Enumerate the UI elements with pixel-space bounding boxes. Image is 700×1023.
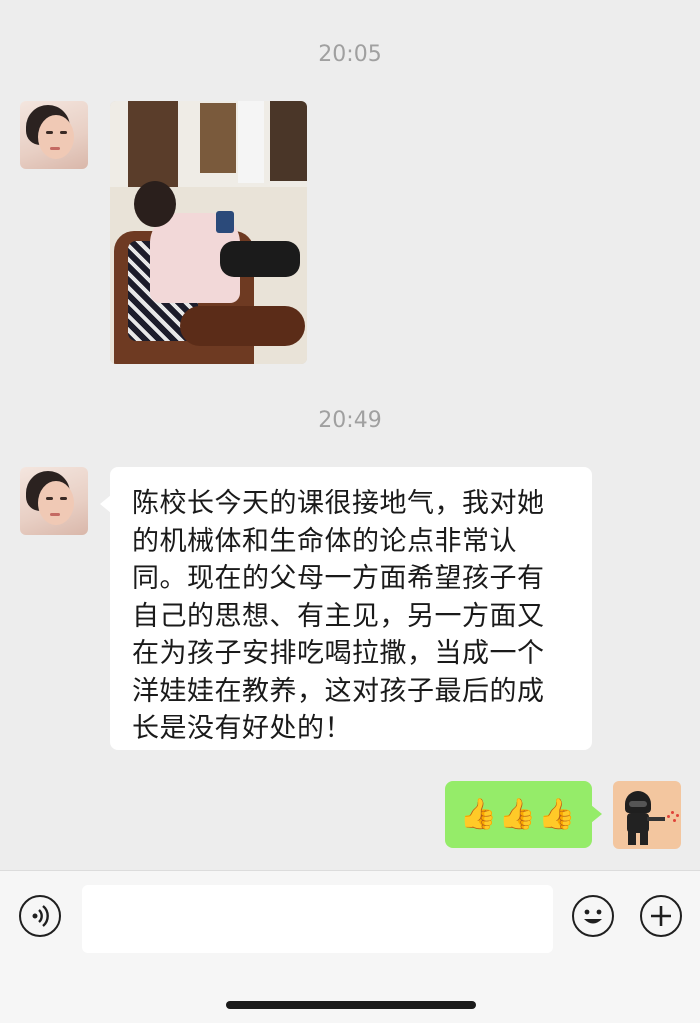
text-message-bubble[interactable]: 陈校长今天的课很接地气，我对她 的机械体和生命体的论点非常认 同。现在的父母一方… [100,467,592,750]
voice-button[interactable] [19,895,61,937]
outgoing-message-bubble[interactable]: 👍👍👍 [445,781,602,848]
home-indicator[interactable] [226,1001,476,1009]
thumbs-up-emoji: 👍👍👍 [459,796,578,832]
more-button[interactable] [640,895,682,937]
contact-avatar[interactable] [20,101,88,169]
message-text: 陈校长今天的课很接地气，我对她 的机械体和生命体的论点非常认 同。现在的父母一方… [132,488,545,744]
timestamp: 20:49 [318,408,382,433]
timestamp: 20:05 [318,42,382,67]
contact-avatar[interactable] [20,467,88,535]
message-input[interactable] [82,885,553,953]
voice-icon [32,904,49,927]
chat-area[interactable]: 20:05 20:49 陈校长今天的课很接地气，我对她 的机械体和生命体的论点非 [0,0,700,870]
image-message[interactable] [110,101,307,364]
emoji-icon [583,909,602,923]
emoji-button[interactable] [572,895,614,937]
my-avatar[interactable] [613,781,681,849]
input-bar [0,870,700,1023]
plus-icon [650,905,671,926]
